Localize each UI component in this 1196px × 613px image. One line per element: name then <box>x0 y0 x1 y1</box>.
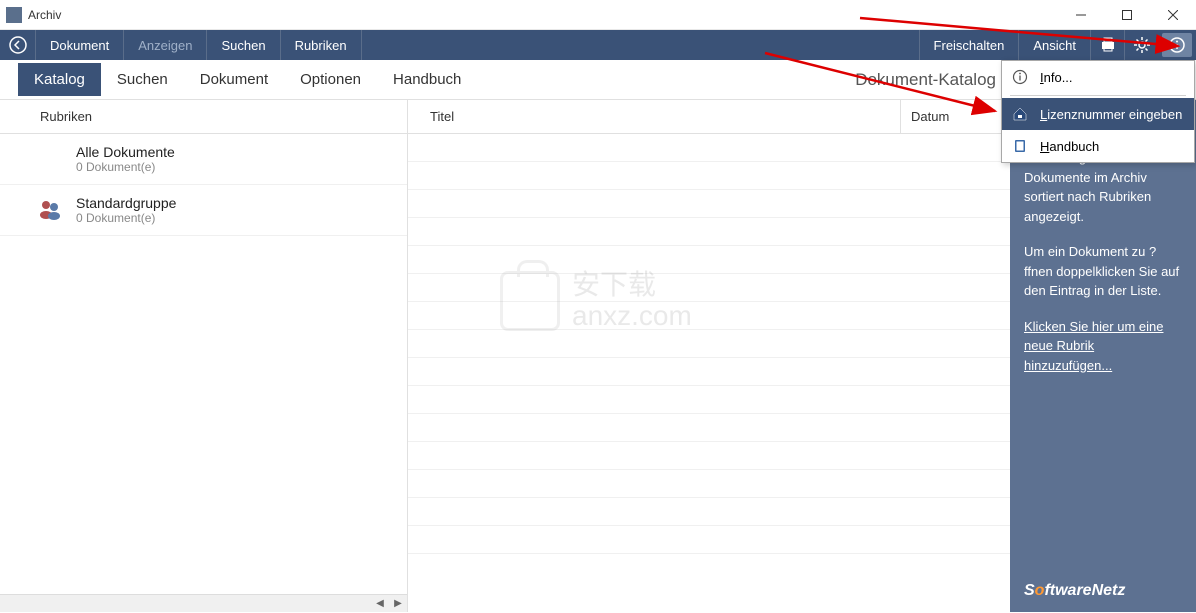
back-button[interactable] <box>0 30 36 60</box>
list-row[interactable] <box>408 190 1010 218</box>
minimize-button[interactable] <box>1058 0 1104 30</box>
dropdown-lizenznummer[interactable]: Lizenznummer eingeben <box>1002 98 1194 130</box>
list-row[interactable] <box>408 330 1010 358</box>
brand-logo: SoftwareNetz <box>1024 582 1125 600</box>
rubrik-name: Standardgruppe <box>76 195 176 211</box>
dropdown-label: Handbuch <box>1040 139 1099 154</box>
list-body[interactable] <box>408 134 1010 612</box>
dropdown-label: Info... <box>1040 70 1073 85</box>
toolbar-anzeigen[interactable]: Anzeigen <box>124 30 207 60</box>
maximize-button[interactable] <box>1104 0 1150 30</box>
content-area: Rubriken Alle Dokumente 0 Dokument(e) St… <box>0 100 1196 612</box>
list-row[interactable] <box>408 134 1010 162</box>
rubrik-standardgruppe[interactable]: Standardgruppe 0 Dokument(e) <box>0 185 407 236</box>
list-row[interactable] <box>408 358 1010 386</box>
tab-suchen[interactable]: Suchen <box>101 63 184 96</box>
main-toolbar: Dokument Anzeigen Suchen Rubriken Freisc… <box>0 30 1196 60</box>
rubriken-sidebar: Rubriken Alle Dokumente 0 Dokument(e) St… <box>0 100 408 612</box>
col-titel[interactable]: Titel <box>408 100 900 133</box>
page-title: Dokument-Katalog <box>855 70 996 90</box>
help-panel: Katalog Im Katalog werden alle Dokumente… <box>1010 100 1196 612</box>
people-icon <box>36 195 64 223</box>
dropdown-separator <box>1010 95 1186 96</box>
list-row[interactable] <box>408 218 1010 246</box>
scroll-right-icon[interactable]: ▶ <box>389 595 407 613</box>
rubriken-header[interactable]: Rubriken <box>0 100 407 134</box>
titlebar: Archiv <box>0 0 1196 30</box>
app-icon <box>6 7 22 23</box>
col-datum[interactable]: Datum <box>900 100 1010 133</box>
list-row[interactable] <box>408 274 1010 302</box>
rubrik-count: 0 Dokument(e) <box>76 211 176 225</box>
list-row[interactable] <box>408 414 1010 442</box>
list-row[interactable] <box>408 162 1010 190</box>
rubrik-alle-dokumente[interactable]: Alle Dokumente 0 Dokument(e) <box>0 134 407 185</box>
window-controls <box>1058 0 1196 29</box>
info-icon <box>1010 67 1030 87</box>
list-headers: Titel Datum <box>408 100 1010 134</box>
toolbar-rubriken[interactable]: Rubriken <box>281 30 362 60</box>
list-row[interactable] <box>408 246 1010 274</box>
list-row[interactable] <box>408 498 1010 526</box>
book-icon <box>1010 136 1030 156</box>
list-row[interactable] <box>408 442 1010 470</box>
tab-optionen[interactable]: Optionen <box>284 63 377 96</box>
blank-icon <box>36 144 64 172</box>
gear-button[interactable] <box>1124 30 1158 60</box>
dropdown-label: Lizenznummer eingeben <box>1040 107 1182 122</box>
sidebar-hscrollbar[interactable]: ◀ ▶ <box>0 594 407 612</box>
toolbar-suchen[interactable]: Suchen <box>207 30 280 60</box>
info-button[interactable] <box>1162 33 1192 57</box>
scroll-left-icon[interactable]: ◀ <box>371 595 389 613</box>
license-icon <box>1010 104 1030 124</box>
dropdown-handbuch[interactable]: Handbuch <box>1002 130 1194 162</box>
help-link-add-rubrik[interactable]: Klicken Sie hier um eine neue Rubrik hin… <box>1024 319 1163 373</box>
tab-handbuch[interactable]: Handbuch <box>377 63 477 96</box>
help-paragraph-2: Um ein Dokument zu ?ffnen doppelklicken … <box>1024 242 1182 301</box>
toolbar-freischalten[interactable]: Freischalten <box>919 30 1019 60</box>
tab-dokument[interactable]: Dokument <box>184 63 284 96</box>
window-title: Archiv <box>28 8 61 22</box>
document-list: Titel Datum <box>408 100 1010 612</box>
print-button[interactable] <box>1090 30 1124 60</box>
rubrik-name: Alle Dokumente <box>76 144 175 160</box>
list-row[interactable] <box>408 386 1010 414</box>
toolbar-ansicht[interactable]: Ansicht <box>1018 30 1090 60</box>
toolbar-dokument[interactable]: Dokument <box>36 30 124 60</box>
rubrik-count: 0 Dokument(e) <box>76 160 175 174</box>
list-row[interactable] <box>408 302 1010 330</box>
dropdown-info[interactable]: Info... <box>1002 61 1194 93</box>
list-row[interactable] <box>408 470 1010 498</box>
info-dropdown: Info... Lizenznummer eingeben Handbuch <box>1001 60 1195 163</box>
list-row[interactable] <box>408 526 1010 554</box>
tab-katalog[interactable]: Katalog <box>18 63 101 96</box>
close-button[interactable] <box>1150 0 1196 30</box>
